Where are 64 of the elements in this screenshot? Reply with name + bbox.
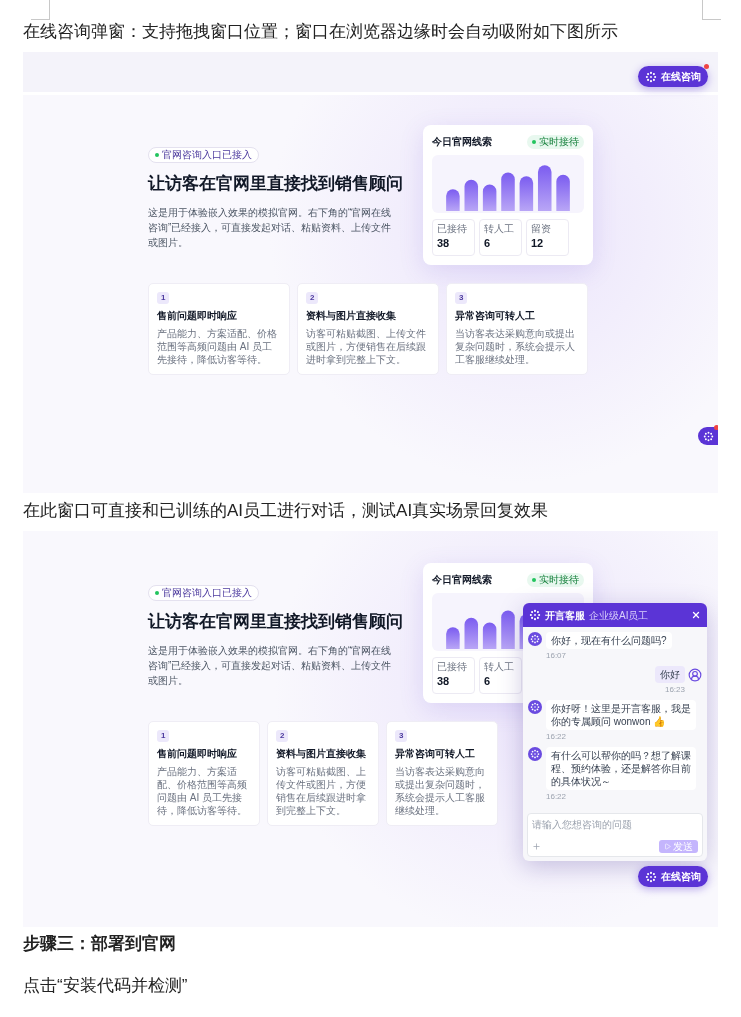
stat-value: 6 [484, 236, 492, 251]
step-number: 2 [306, 291, 319, 304]
feature-description: 产品能力、方案适配、价格范围等高频问题由 AI 员工先接待，降低访客等待。 [157, 764, 248, 817]
corner-mark [31, 0, 50, 20]
body-text: 在此窗口可直接和已训练的AI员工进行对话，测试AI真实场景回复效果 [23, 500, 550, 522]
docked-consult-button[interactable] [698, 427, 718, 445]
feature-title: 资料与图片直接收集 [276, 746, 367, 761]
dotted-ring-icon [529, 609, 541, 621]
user-avatar-icon [688, 667, 702, 682]
online-consult-button[interactable]: 在线咨询 [638, 866, 708, 887]
step-number: 2 [276, 729, 289, 742]
online-consult-button[interactable]: 在线咨询 [638, 66, 708, 87]
message-time: 16:07 [546, 650, 568, 662]
body-text: 在线咨询弹窗：支持拖拽窗口位置；窗口在浏览器边缘时会自动吸附如下图所示 [23, 21, 619, 43]
chat-title: 开言客服 [545, 608, 585, 623]
stat-label: 转人工 [484, 661, 515, 673]
dotted-ring-icon [702, 430, 714, 442]
feature-description: 当访客表达采购意向或提出复杂问题时，系统会提示人工客服继续处理。 [395, 764, 486, 817]
feature-description: 访客可粘贴截图、上传文件或图片，方便销售在后续跟进时拿到完整上下文。 [276, 764, 367, 817]
bot-message: 有什么可以帮你的吗？想了解课程、预约体验，还是解答你目前的具体状况～ [546, 747, 696, 790]
dotted-ring-icon [645, 870, 657, 883]
status-tag: 实时接待 [527, 572, 584, 587]
dotted-ring-icon [645, 70, 657, 83]
body-text: 点击“安装代码并检测” [23, 975, 189, 997]
user-message: 你好 [655, 666, 685, 683]
message-time: 16:23 [664, 684, 686, 696]
step-number: 3 [455, 291, 468, 304]
hero-description: 这是用于体验嵌入效果的模拟官网。右下角的“官网在线咨询”已经接入，可直接发起对话、粘贴资料、上传文件或图片。 [148, 644, 393, 688]
status-tag: 实时接待 [527, 134, 584, 149]
stat-label: 已接待 [437, 223, 468, 235]
hero-description: 这是用于体验嵌入效果的模拟官网。右下角的“官网在线咨询”已经接入，可直接发起对话、粘贴资料、上传文件或图片。 [148, 206, 393, 250]
stat-label: 已接待 [437, 661, 468, 673]
hero-title: 让访客在官网里直接找到销售顾问 [148, 173, 404, 195]
stat-value: 38 [437, 674, 451, 689]
bot-message: 你好呀！这里是开言客服，我是你的专属顾问 wonwon 👍 [546, 700, 696, 730]
message-time: 16:22 [546, 791, 568, 803]
step-number: 1 [157, 729, 170, 742]
stat-value: 38 [437, 236, 451, 251]
message-time: 16:22 [546, 731, 568, 743]
stat-label: 留资 [531, 223, 552, 235]
corner-mark [702, 0, 721, 20]
card-title: 今日官网线索 [432, 135, 492, 149]
status-badge: 官网咨询入口已接入 [148, 585, 259, 601]
feature-title: 售前问题即时响应 [157, 308, 238, 323]
stat-value: 12 [531, 236, 545, 251]
close-button[interactable] [691, 610, 701, 620]
feature-title: 异常咨询可转人工 [395, 746, 476, 761]
feature-title: 售前问题即时响应 [157, 746, 238, 761]
step-number: 3 [395, 729, 408, 742]
hero-title: 让访客在官网里直接找到销售顾问 [148, 611, 404, 633]
feature-description: 当访客表达采购意向或提出复杂问题时，系统会提示人工客服继续处理。 [455, 326, 576, 366]
card-title: 今日官网线索 [432, 573, 492, 587]
feature-description: 访客可粘贴截图、上传文件或图片，方便销售在后续跟进时拿到完整上下文。 [306, 326, 427, 366]
bot-message: 你好，现在有什么问题吗? [546, 632, 672, 649]
step-heading: 步骤三：部署到官网 [23, 933, 177, 955]
chat-subtitle: 企业级AI员工 [589, 608, 649, 623]
stat-value: 6 [484, 674, 492, 689]
feature-description: 产品能力、方案适配、价格范围等高频问题由 AI 员工先接待，降低访客等待。 [157, 326, 278, 366]
feature-title: 资料与图片直接收集 [306, 308, 397, 323]
status-badge: 官网咨询入口已接入 [148, 147, 259, 163]
play-icon [664, 843, 671, 850]
stat-label: 转人工 [484, 223, 515, 235]
step-number: 1 [157, 291, 170, 304]
feature-title: 异常咨询可转人工 [455, 308, 536, 323]
